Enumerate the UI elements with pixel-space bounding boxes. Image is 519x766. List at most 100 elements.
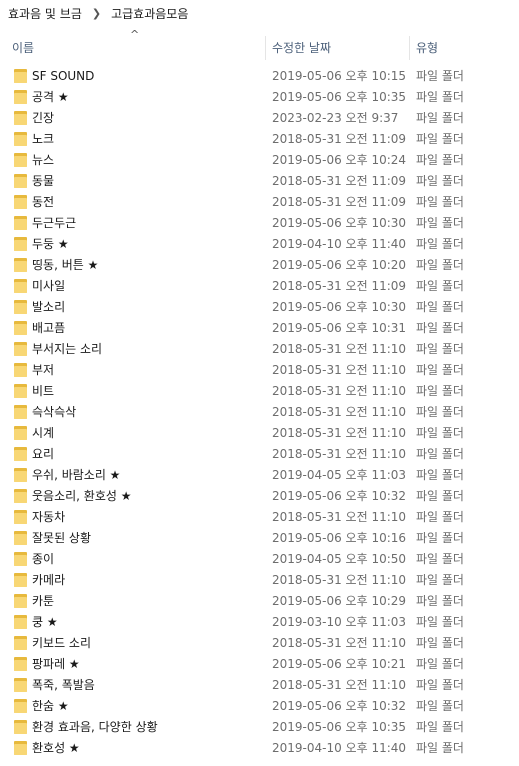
folder-icon (14, 594, 27, 608)
row-type: 파일 폴더 (416, 363, 464, 377)
row-name: 띵동, 버튼 ★ (32, 258, 99, 272)
file-list: SF SOUND 2019-05-06 오후 10:15 파일 폴더 공격 ★ 2019… (0, 66, 519, 759)
row-date-modified: 2019-04-05 오후 11:03 (272, 468, 407, 482)
row-type: 파일 폴더 (416, 384, 464, 398)
row-name: 동전 (32, 195, 55, 209)
table-row[interactable]: 폭죽, 폭발음 2018-05-31 오전 11:10 파일 폴더 (0, 675, 519, 696)
row-type: 파일 폴더 (416, 216, 464, 230)
row-name: 공격 ★ (32, 90, 69, 104)
table-row[interactable]: 환호성 ★ 2019-04-10 오후 11:40 파일 폴더 (0, 738, 519, 759)
row-date-modified: 2019-05-06 오후 10:30 (272, 216, 407, 230)
row-type: 파일 폴더 (416, 258, 464, 272)
folder-icon (14, 216, 27, 230)
row-name: 두근두근 (32, 216, 77, 230)
row-name: 팡파레 ★ (32, 657, 80, 671)
row-date-modified: 2018-05-31 오전 11:10 (272, 636, 407, 650)
folder-icon (14, 69, 27, 83)
chevron-right-icon[interactable]: ❯ (92, 7, 101, 20)
column-header-type[interactable]: 유형 (416, 34, 438, 60)
row-name: 부저 (32, 363, 55, 377)
row-date-modified: 2019-04-10 오후 11:40 (272, 741, 407, 755)
table-row[interactable]: 키보드 소리 2018-05-31 오전 11:10 파일 폴더 (0, 633, 519, 654)
folder-icon (14, 489, 27, 503)
table-row[interactable]: 긴장 2023-02-23 오전 9:37 파일 폴더 (0, 108, 519, 129)
table-row[interactable]: 자동차 2018-05-31 오전 11:10 파일 폴더 (0, 507, 519, 528)
folder-icon (14, 573, 27, 587)
table-row[interactable]: 웃음소리, 환호성 ★ 2019-05-06 오후 10:32 파일 폴더 (0, 486, 519, 507)
row-date-modified: 2019-05-06 오후 10:30 (272, 300, 407, 314)
folder-icon (14, 237, 27, 251)
table-row[interactable]: 부저 2018-05-31 오전 11:10 파일 폴더 (0, 360, 519, 381)
table-row[interactable]: 비트 2018-05-31 오전 11:10 파일 폴더 (0, 381, 519, 402)
row-date-modified: 2019-05-06 오후 10:20 (272, 258, 407, 272)
table-row[interactable]: 팡파레 ★ 2019-05-06 오후 10:21 파일 폴더 (0, 654, 519, 675)
row-type: 파일 폴더 (416, 468, 464, 482)
table-row[interactable]: 동전 2018-05-31 오전 11:09 파일 폴더 (0, 192, 519, 213)
table-row[interactable]: 슥삭슥삭 2018-05-31 오전 11:10 파일 폴더 (0, 402, 519, 423)
row-type: 파일 폴더 (416, 300, 464, 314)
column-header-date[interactable]: 수정한 날짜 (272, 34, 331, 60)
table-row[interactable]: 발소리 2019-05-06 오후 10:30 파일 폴더 (0, 297, 519, 318)
table-row[interactable]: 카툰 2019-05-06 오후 10:29 파일 폴더 (0, 591, 519, 612)
column-divider[interactable] (409, 36, 410, 60)
column-header-name[interactable]: 이름 (12, 34, 34, 60)
table-row[interactable]: 동물 2018-05-31 오전 11:09 파일 폴더 (0, 171, 519, 192)
row-date-modified: 2018-05-31 오전 11:09 (272, 279, 407, 293)
row-name: 두둥 ★ (32, 237, 69, 251)
row-date-modified: 2018-05-31 오전 11:10 (272, 426, 407, 440)
row-name: 뉴스 (32, 153, 55, 167)
row-type: 파일 폴더 (416, 405, 464, 419)
folder-icon (14, 552, 27, 566)
row-type: 파일 폴더 (416, 90, 464, 104)
table-row[interactable]: 공격 ★ 2019-05-06 오후 10:35 파일 폴더 (0, 87, 519, 108)
row-date-modified: 2019-04-10 오후 11:40 (272, 237, 407, 251)
folder-icon (14, 636, 27, 650)
row-name: 비트 (32, 384, 55, 398)
row-date-modified: 2019-05-06 오후 10:35 (272, 720, 407, 734)
table-row[interactable]: 두근두근 2019-05-06 오후 10:30 파일 폴더 (0, 213, 519, 234)
table-row[interactable]: 두둥 ★ 2019-04-10 오후 11:40 파일 폴더 (0, 234, 519, 255)
table-row[interactable]: 쿵 ★ 2019-03-10 오후 11:03 파일 폴더 (0, 612, 519, 633)
folder-icon (14, 531, 27, 545)
row-name: 배고픔 (32, 321, 66, 335)
table-row[interactable]: 우쉬, 바람소리 ★ 2019-04-05 오후 11:03 파일 폴더 (0, 465, 519, 486)
row-type: 파일 폴더 (416, 636, 464, 650)
row-date-modified: 2018-05-31 오전 11:10 (272, 405, 407, 419)
folder-icon (14, 405, 27, 419)
row-type: 파일 폴더 (416, 531, 464, 545)
table-row[interactable]: 띵동, 버튼 ★ 2019-05-06 오후 10:20 파일 폴더 (0, 255, 519, 276)
row-name: 환경 효과음, 다양한 상황 (32, 720, 158, 734)
table-row[interactable]: SF SOUND 2019-05-06 오후 10:15 파일 폴더 (0, 66, 519, 87)
column-divider[interactable] (265, 36, 266, 60)
folder-icon (14, 111, 27, 125)
table-row[interactable]: 노크 2018-05-31 오전 11:09 파일 폴더 (0, 129, 519, 150)
table-row[interactable]: 잘못된 상황 2019-05-06 오후 10:16 파일 폴더 (0, 528, 519, 549)
row-name: 발소리 (32, 300, 66, 314)
row-date-modified: 2019-05-06 오후 10:35 (272, 90, 407, 104)
row-date-modified: 2018-05-31 오전 11:10 (272, 363, 407, 377)
table-row[interactable]: 종이 2019-04-05 오후 10:50 파일 폴더 (0, 549, 519, 570)
breadcrumb-item-sfx-bgm[interactable]: 효과음 및 브금 (6, 5, 84, 22)
folder-icon (14, 699, 27, 713)
table-row[interactable]: 카메라 2018-05-31 오전 11:10 파일 폴더 (0, 570, 519, 591)
row-type: 파일 폴더 (416, 447, 464, 461)
row-type: 파일 폴더 (416, 678, 464, 692)
table-row[interactable]: 한숨 ★ 2019-05-06 오후 10:32 파일 폴더 (0, 696, 519, 717)
table-row[interactable]: 배고픔 2019-05-06 오후 10:31 파일 폴더 (0, 318, 519, 339)
row-name: 종이 (32, 552, 55, 566)
table-row[interactable]: 부서지는 소리 2018-05-31 오전 11:10 파일 폴더 (0, 339, 519, 360)
folder-icon (14, 300, 27, 314)
table-row[interactable]: 환경 효과음, 다양한 상황 2019-05-06 오후 10:35 파일 폴더 (0, 717, 519, 738)
row-date-modified: 2019-05-06 오후 10:32 (272, 489, 407, 503)
row-type: 파일 폴더 (416, 132, 464, 146)
row-name: 한숨 ★ (32, 699, 69, 713)
table-row[interactable]: 미사일 2018-05-31 오전 11:09 파일 폴더 (0, 276, 519, 297)
folder-icon (14, 615, 27, 629)
table-row[interactable]: 뉴스 2019-05-06 오후 10:24 파일 폴더 (0, 150, 519, 171)
breadcrumb-item-premium-sfx[interactable]: 고급효과음모음 (109, 5, 190, 22)
folder-icon (14, 342, 27, 356)
folder-icon (14, 195, 27, 209)
row-date-modified: 2018-05-31 오전 11:10 (272, 447, 407, 461)
table-row[interactable]: 시계 2018-05-31 오전 11:10 파일 폴더 (0, 423, 519, 444)
table-row[interactable]: 요리 2018-05-31 오전 11:10 파일 폴더 (0, 444, 519, 465)
